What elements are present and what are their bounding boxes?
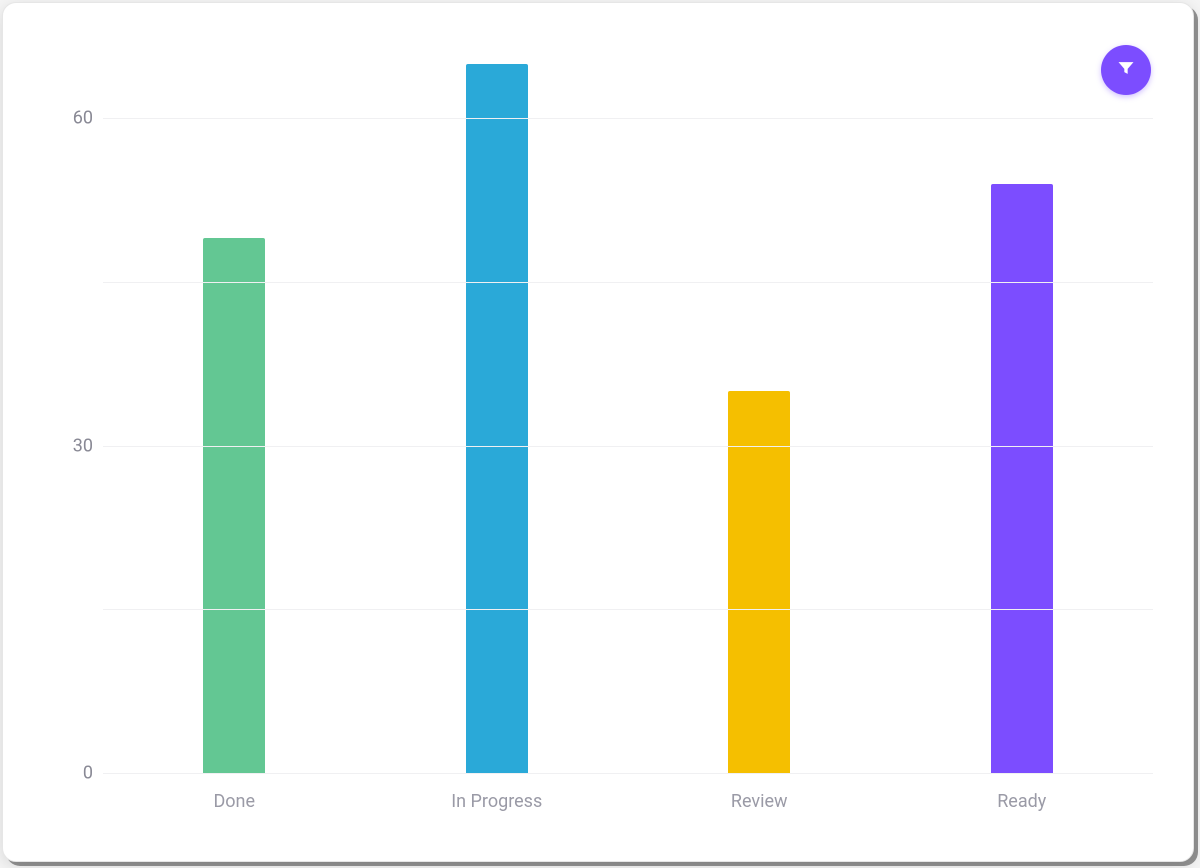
bar[interactable]: [466, 64, 528, 773]
bars-container: [103, 53, 1153, 773]
bar-column: [103, 238, 366, 773]
bar-column: [366, 64, 629, 773]
x-axis-labels: DoneIn ProgressReviewReady: [103, 791, 1153, 812]
x-tick-label: Ready: [891, 791, 1154, 812]
y-tick-label: 60: [48, 108, 93, 129]
gridline: [103, 118, 1153, 119]
bar-column: [628, 391, 891, 773]
y-tick-label: 30: [48, 435, 93, 456]
y-tick-label: 0: [48, 763, 93, 784]
bar-column: [891, 184, 1154, 773]
bar[interactable]: [991, 184, 1053, 773]
x-tick-label: Review: [628, 791, 891, 812]
x-tick-label: Done: [103, 791, 366, 812]
bar[interactable]: [728, 391, 790, 773]
x-tick-label: In Progress: [366, 791, 629, 812]
chart-plot-area: 03060: [103, 53, 1153, 773]
gridline: [103, 282, 1153, 283]
chart-card: 03060 DoneIn ProgressReviewReady: [2, 2, 1194, 862]
gridline: [103, 773, 1153, 774]
gridline: [103, 609, 1153, 610]
bar[interactable]: [203, 238, 265, 773]
gridline: [103, 446, 1153, 447]
